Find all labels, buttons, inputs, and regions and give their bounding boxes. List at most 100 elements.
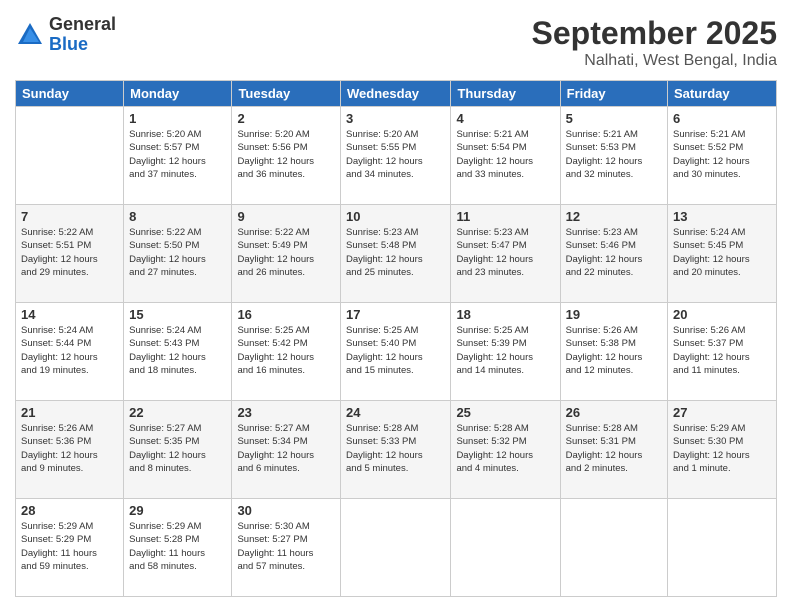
calendar-cell: 20Sunrise: 5:26 AM Sunset: 5:37 PM Dayli…	[668, 303, 777, 401]
calendar-cell: 15 Sunrise: 5:24 AM Sunset: 5:43 PM Dayli…	[124, 303, 232, 401]
day-info: Sunrise: 5:22 AM Sunset: 5:49 PM Dayligh…	[237, 226, 335, 279]
day-number: 2	[237, 111, 335, 126]
day-number: 16	[237, 307, 335, 322]
day-number: 13	[673, 209, 771, 224]
calendar-cell: 8Sunrise: 5:22 AM Sunset: 5:50 PM Daylig…	[124, 205, 232, 303]
calendar-cell: 2 Sunrise: 5:20 AM Sunset: 5:56 PM Daylig…	[232, 107, 341, 205]
day-number: 4	[456, 111, 554, 126]
calendar-cell: 4 Sunrise: 5:21 AM Sunset: 5:54 PM Daylig…	[451, 107, 560, 205]
day-number: 7	[21, 209, 118, 224]
calendar-row-1: 7 Sunrise: 5:22 AM Sunset: 5:51 PM Daylig…	[16, 205, 777, 303]
day-info: Sunrise: 5:22 AM Sunset: 5:51 PM Dayligh…	[21, 226, 118, 279]
weekday-header-thursday: Thursday	[451, 81, 560, 107]
day-info: Sunrise: 5:29 AM Sunset: 5:28 PM Dayligh…	[129, 520, 226, 573]
day-number: 1	[129, 111, 226, 126]
day-info: Sunrise: 5:27 AM Sunset: 5:35 PM Dayligh…	[129, 422, 226, 475]
calendar-cell: 19 Sunrise: 5:26 AM Sunset: 5:38 PM Dayli…	[560, 303, 667, 401]
day-info: Sunrise: 5:21 AM Sunset: 5:53 PM Dayligh…	[566, 128, 662, 181]
calendar-cell: 27Sunrise: 5:29 AM Sunset: 5:30 PM Dayli…	[668, 401, 777, 499]
day-number: 28	[21, 503, 118, 518]
calendar-cell: 5 Sunrise: 5:21 AM Sunset: 5:53 PM Daylig…	[560, 107, 667, 205]
day-number: 30	[237, 503, 335, 518]
calendar-cell: 26Sunrise: 5:28 AM Sunset: 5:31 PM Dayli…	[560, 401, 667, 499]
day-info: Sunrise: 5:27 AM Sunset: 5:34 PM Dayligh…	[237, 422, 335, 475]
page: General Blue September 2025 Nalhati, Wes…	[0, 0, 792, 612]
weekday-header-tuesday: Tuesday	[232, 81, 341, 107]
calendar-cell: 1 Sunrise: 5:20 AM Sunset: 5:57 PM Daylig…	[124, 107, 232, 205]
calendar-cell: 14Sunrise: 5:24 AM Sunset: 5:44 PM Dayli…	[16, 303, 124, 401]
day-number: 26	[566, 405, 662, 420]
day-info: Sunrise: 5:26 AM Sunset: 5:37 PM Dayligh…	[673, 324, 771, 377]
day-info: Sunrise: 5:20 AM Sunset: 5:57 PM Dayligh…	[129, 128, 226, 181]
day-number: 9	[237, 209, 335, 224]
day-info: Sunrise: 5:25 AM Sunset: 5:39 PM Dayligh…	[456, 324, 554, 377]
logo-text: General Blue	[49, 15, 116, 55]
month-title: September 2025	[532, 15, 777, 52]
day-info: Sunrise: 5:20 AM Sunset: 5:56 PM Dayligh…	[237, 128, 335, 181]
calendar-cell: 29 Sunrise: 5:29 AM Sunset: 5:28 PM Dayli…	[124, 499, 232, 597]
day-info: Sunrise: 5:24 AM Sunset: 5:43 PM Dayligh…	[129, 324, 226, 377]
day-info: Sunrise: 5:30 AM Sunset: 5:27 PM Dayligh…	[237, 520, 335, 573]
day-info: Sunrise: 5:23 AM Sunset: 5:46 PM Dayligh…	[566, 226, 662, 279]
calendar-cell: 13 Sunrise: 5:24 AM Sunset: 5:45 PM Dayli…	[668, 205, 777, 303]
logo-general-text: General	[49, 15, 116, 35]
day-number: 22	[129, 405, 226, 420]
calendar-header-row: SundayMondayTuesdayWednesdayThursdayFrid…	[16, 81, 777, 107]
day-number: 15	[129, 307, 226, 322]
calendar-cell	[560, 499, 667, 597]
calendar-cell: 18 Sunrise: 5:25 AM Sunset: 5:39 PM Dayli…	[451, 303, 560, 401]
day-number: 25	[456, 405, 554, 420]
day-info: Sunrise: 5:26 AM Sunset: 5:38 PM Dayligh…	[566, 324, 662, 377]
day-info: Sunrise: 5:26 AM Sunset: 5:36 PM Dayligh…	[21, 422, 118, 475]
day-info: Sunrise: 5:29 AM Sunset: 5:29 PM Dayligh…	[21, 520, 118, 573]
day-info: Sunrise: 5:28 AM Sunset: 5:33 PM Dayligh…	[346, 422, 445, 475]
day-info: Sunrise: 5:24 AM Sunset: 5:44 PM Dayligh…	[21, 324, 118, 377]
day-number: 18	[456, 307, 554, 322]
day-number: 21	[21, 405, 118, 420]
calendar-cell: 28 Sunrise: 5:29 AM Sunset: 5:29 PM Dayli…	[16, 499, 124, 597]
day-number: 24	[346, 405, 445, 420]
calendar-cell: 9 Sunrise: 5:22 AM Sunset: 5:49 PM Daylig…	[232, 205, 341, 303]
calendar-cell: 30 Sunrise: 5:30 AM Sunset: 5:27 PM Dayli…	[232, 499, 341, 597]
weekday-header-friday: Friday	[560, 81, 667, 107]
calendar-table: SundayMondayTuesdayWednesdayThursdayFrid…	[15, 80, 777, 597]
logo-blue-text: Blue	[49, 35, 116, 55]
logo-icon	[15, 20, 45, 50]
day-number: 6	[673, 111, 771, 126]
day-number: 19	[566, 307, 662, 322]
day-number: 17	[346, 307, 445, 322]
calendar-cell	[16, 107, 124, 205]
day-info: Sunrise: 5:20 AM Sunset: 5:55 PM Dayligh…	[346, 128, 445, 181]
calendar-cell: 21 Sunrise: 5:26 AM Sunset: 5:36 PM Dayli…	[16, 401, 124, 499]
header: General Blue September 2025 Nalhati, Wes…	[15, 15, 777, 70]
day-number: 5	[566, 111, 662, 126]
calendar-cell: 25 Sunrise: 5:28 AM Sunset: 5:32 PM Dayli…	[451, 401, 560, 499]
day-info: Sunrise: 5:22 AM Sunset: 5:50 PM Dayligh…	[129, 226, 226, 279]
calendar-cell: 22 Sunrise: 5:27 AM Sunset: 5:35 PM Dayli…	[124, 401, 232, 499]
day-info: Sunrise: 5:23 AM Sunset: 5:47 PM Dayligh…	[456, 226, 554, 279]
calendar-cell: 7 Sunrise: 5:22 AM Sunset: 5:51 PM Daylig…	[16, 205, 124, 303]
day-number: 23	[237, 405, 335, 420]
calendar-cell: 11Sunrise: 5:23 AM Sunset: 5:47 PM Dayli…	[451, 205, 560, 303]
day-number: 29	[129, 503, 226, 518]
calendar-cell: 16Sunrise: 5:25 AM Sunset: 5:42 PM Dayli…	[232, 303, 341, 401]
calendar-cell: 10Sunrise: 5:23 AM Sunset: 5:48 PM Dayli…	[341, 205, 451, 303]
location: Nalhati, West Bengal, India	[532, 52, 777, 70]
calendar-cell	[341, 499, 451, 597]
calendar-cell	[451, 499, 560, 597]
day-info: Sunrise: 5:29 AM Sunset: 5:30 PM Dayligh…	[673, 422, 771, 475]
day-number: 12	[566, 209, 662, 224]
calendar-cell	[668, 499, 777, 597]
calendar-cell: 3Sunrise: 5:20 AM Sunset: 5:55 PM Daylig…	[341, 107, 451, 205]
calendar-cell: 12 Sunrise: 5:23 AM Sunset: 5:46 PM Dayli…	[560, 205, 667, 303]
weekday-header-wednesday: Wednesday	[341, 81, 451, 107]
logo: General Blue	[15, 15, 116, 55]
day-info: Sunrise: 5:21 AM Sunset: 5:54 PM Dayligh…	[456, 128, 554, 181]
day-info: Sunrise: 5:21 AM Sunset: 5:52 PM Dayligh…	[673, 128, 771, 181]
day-info: Sunrise: 5:24 AM Sunset: 5:45 PM Dayligh…	[673, 226, 771, 279]
calendar-cell: 24 Sunrise: 5:28 AM Sunset: 5:33 PM Dayli…	[341, 401, 451, 499]
day-info: Sunrise: 5:28 AM Sunset: 5:32 PM Dayligh…	[456, 422, 554, 475]
calendar-cell: 6 Sunrise: 5:21 AM Sunset: 5:52 PM Daylig…	[668, 107, 777, 205]
day-info: Sunrise: 5:25 AM Sunset: 5:40 PM Dayligh…	[346, 324, 445, 377]
calendar-row-4: 28 Sunrise: 5:29 AM Sunset: 5:29 PM Dayli…	[16, 499, 777, 597]
